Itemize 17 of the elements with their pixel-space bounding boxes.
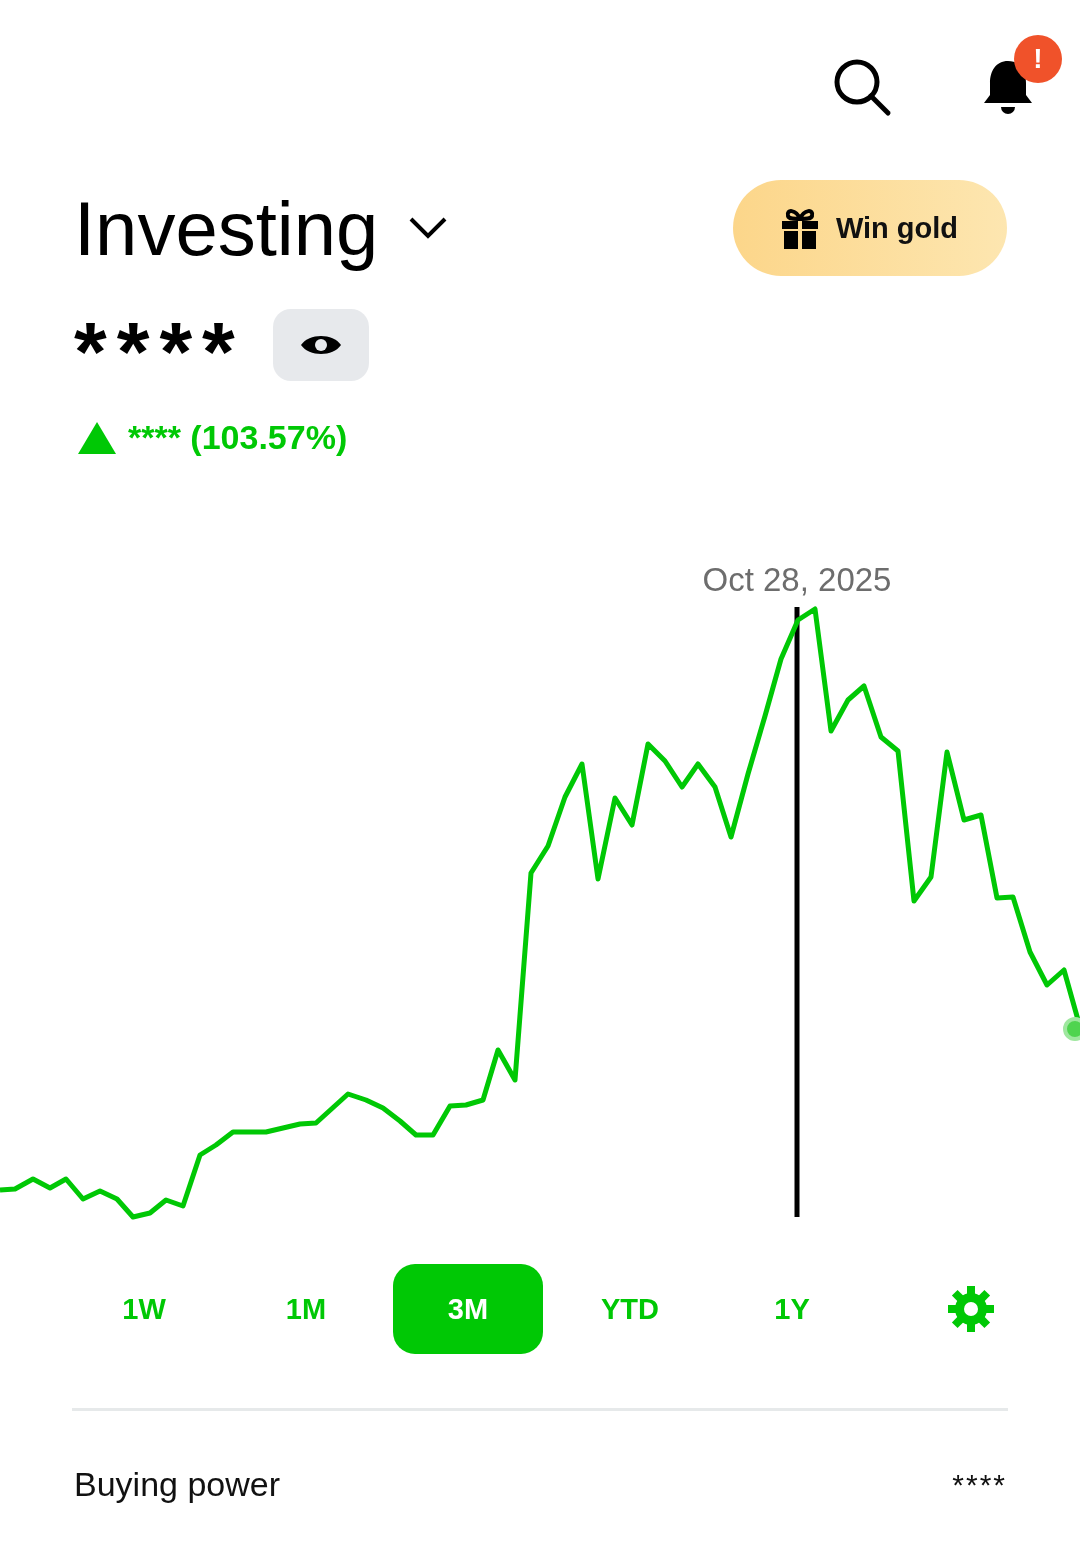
prize-button[interactable]: Win gold — [733, 180, 1007, 276]
chevron-down-icon — [408, 216, 449, 240]
change-text: **** (103.57%) — [128, 418, 348, 457]
range-tab[interactable]: 1Y — [717, 1264, 867, 1354]
show-balance-button[interactable] — [272, 309, 369, 381]
end-point — [1063, 1017, 1080, 1041]
range-tab[interactable]: YTD — [555, 1264, 705, 1354]
hidden-balance: **** — [74, 304, 245, 388]
buying-power-label: Buying power — [74, 1465, 280, 1504]
range-tab[interactable]: 3M — [393, 1264, 543, 1354]
account-title[interactable]: Investing — [74, 184, 449, 272]
range-tab[interactable]: 1W — [69, 1264, 219, 1354]
notification-badge: ! — [1014, 35, 1062, 83]
buying-power-value: **** — [952, 1467, 1007, 1502]
date-label: Oct 28, 2025 — [702, 561, 892, 598]
range-tab[interactable]: 1M — [231, 1264, 381, 1354]
gift-icon — [781, 207, 818, 249]
